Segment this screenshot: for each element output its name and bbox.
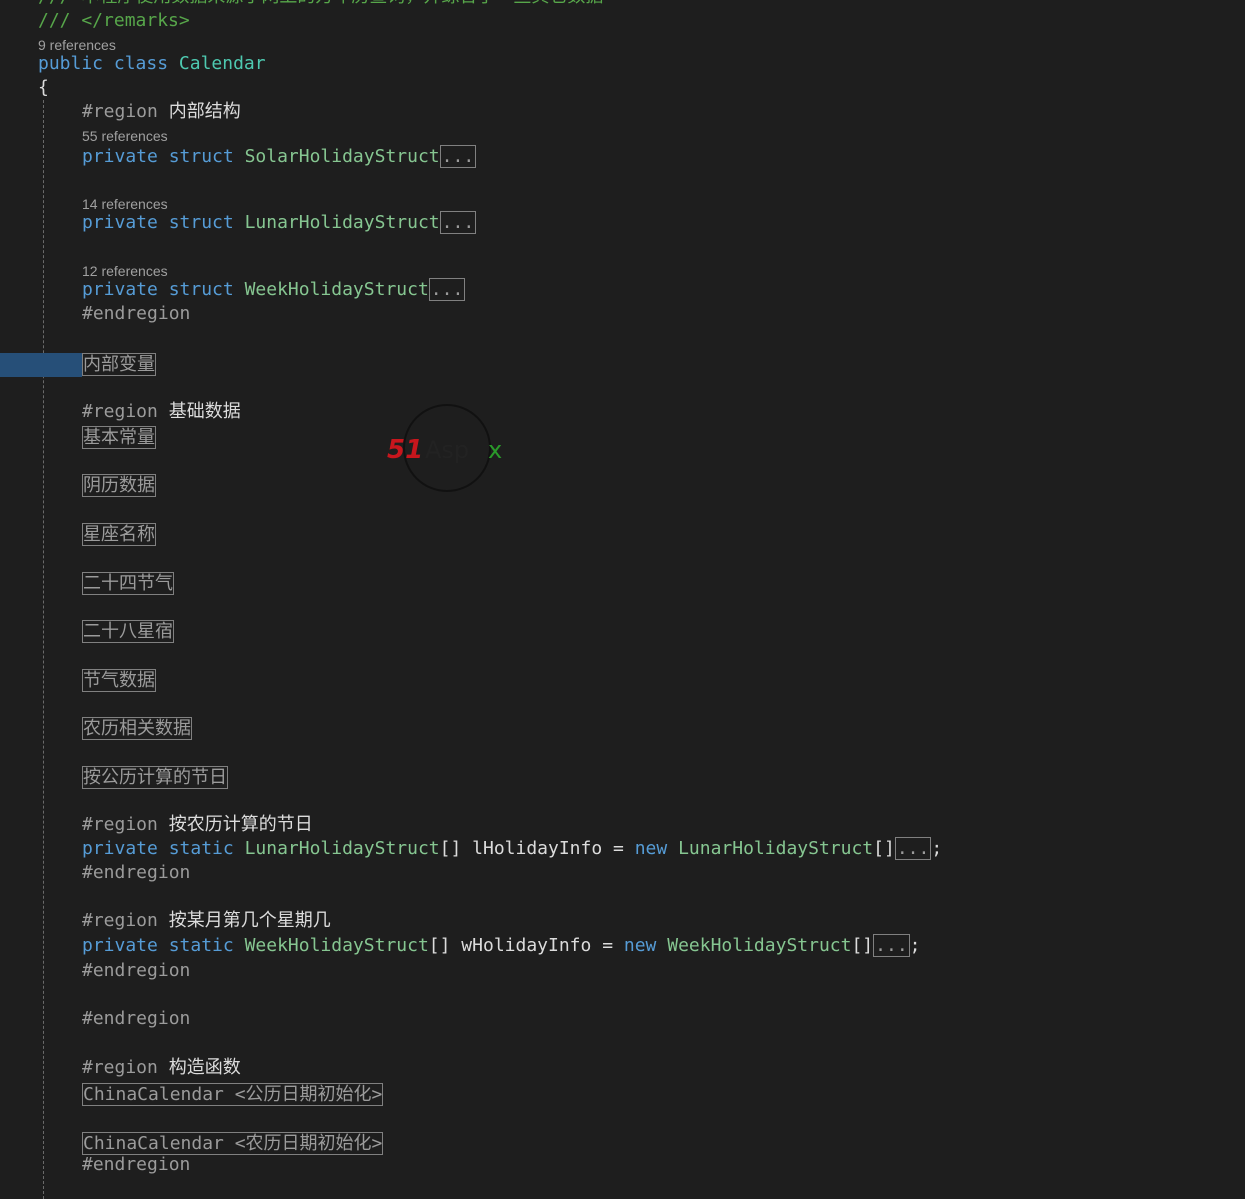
collapsed-region[interactable]: 基本常量 xyxy=(82,426,156,449)
selection-highlight xyxy=(0,353,82,377)
code-line: private struct LunarHolidayStruct... xyxy=(82,211,477,235)
code-token: 基础数据 xyxy=(168,401,241,422)
collapsed-region[interactable]: ChinaCalendar <公历日期初始化> xyxy=(82,1083,384,1106)
code-token: #region xyxy=(82,1057,169,1078)
code-token: LunarHolidayStruct xyxy=(678,838,874,859)
code-token: [] wHolidayInfo = xyxy=(428,935,624,956)
code-token: 按某月第几个星期几 xyxy=(168,910,331,931)
code-token: WeekHolidayStruct xyxy=(244,279,429,300)
collapsed-region[interactable]: 农历相关数据 xyxy=(82,717,192,740)
code-line: 按公历计算的节日 xyxy=(82,766,228,790)
code-line: 农历相关数据 xyxy=(82,717,192,741)
collapsed-region[interactable]: ... xyxy=(439,145,477,168)
collapsed-region[interactable]: 节气数据 xyxy=(82,669,156,692)
code-line: private struct SolarHolidayStruct... xyxy=(82,145,477,169)
code-token: #region xyxy=(82,401,169,422)
code-line: #endregion xyxy=(82,1153,190,1177)
code-line: #region 按某月第几个星期几 xyxy=(82,909,331,933)
collapsed-region[interactable]: 按公历计算的节日 xyxy=(82,766,228,789)
code-line: #endregion xyxy=(82,1007,190,1031)
code-token: #endregion xyxy=(82,960,191,981)
watermark-logo: 51 Asp x xyxy=(387,404,502,492)
svg-text:Asp: Asp xyxy=(425,436,469,464)
collapsed-region[interactable]: 二十八星宿 xyxy=(82,620,174,643)
code-line: private struct WeekHolidayStruct... xyxy=(82,278,466,302)
code-line: 二十八星宿 xyxy=(82,620,174,644)
code-line: /// </remarks> xyxy=(38,9,190,33)
collapsed-region[interactable]: ... xyxy=(873,934,910,957)
code-token: ; xyxy=(931,838,943,859)
code-token: #endregion xyxy=(82,862,191,883)
collapsed-region[interactable]: ChinaCalendar <农历日期初始化> xyxy=(82,1132,384,1155)
code-line: 基本常量 xyxy=(82,426,156,450)
code-line: #region 基础数据 xyxy=(82,400,241,424)
code-token: WeekHolidayStruct xyxy=(244,935,429,956)
code-token: [] lHolidayInfo = xyxy=(439,838,635,859)
code-token: #region xyxy=(82,814,169,835)
code-token: ; xyxy=(909,935,921,956)
code-line: { xyxy=(38,76,49,100)
code-token: private static xyxy=(82,838,245,859)
code-token: LunarHolidayStruct xyxy=(244,838,440,859)
references-codelens[interactable]: 55 references xyxy=(82,127,168,145)
collapsed-region[interactable]: 内部变量 xyxy=(82,353,156,376)
code-token: private struct xyxy=(82,279,245,300)
code-token: #endregion xyxy=(82,303,191,324)
svg-text:51: 51 xyxy=(387,435,423,465)
code-token: 按农历计算的节日 xyxy=(168,814,313,835)
code-token: #region xyxy=(82,101,169,122)
collapsed-region[interactable]: ... xyxy=(428,278,466,301)
code-token: Calendar xyxy=(178,53,266,74)
code-line: #region 按农历计算的节日 xyxy=(82,813,313,837)
code-line: 星座名称 xyxy=(82,523,156,547)
code-token: SolarHolidayStruct xyxy=(244,146,440,167)
code-token: private static xyxy=(82,935,245,956)
code-token: #endregion xyxy=(82,1008,191,1029)
collapsed-region[interactable]: ... xyxy=(894,837,932,860)
code-token: [] xyxy=(851,935,874,956)
code-line: #endregion xyxy=(82,861,190,885)
code-line: public class Calendar xyxy=(38,52,266,76)
code-token: new xyxy=(623,935,668,956)
code-line: #region 构造函数 xyxy=(82,1056,241,1080)
code-token: public class xyxy=(38,53,179,74)
code-token: 构造函数 xyxy=(168,1057,241,1078)
code-token: private struct xyxy=(82,146,245,167)
code-line: ChinaCalendar <公历日期初始化> xyxy=(82,1083,384,1107)
code-token: #region xyxy=(82,910,169,931)
code-token: new xyxy=(634,838,679,859)
code-line: #endregion xyxy=(82,959,190,983)
code-token: 内部结构 xyxy=(168,101,241,122)
code-line: #region 内部结构 xyxy=(82,100,241,124)
code-token: /// 本程序使用数据来源于网上的万年历查询，并综合了一些其它数据 xyxy=(38,0,603,7)
svg-text:x: x xyxy=(488,436,502,464)
code-line: #endregion xyxy=(82,302,190,326)
code-token: [] xyxy=(873,838,895,859)
code-token: #endregion xyxy=(82,1154,191,1175)
code-token: { xyxy=(38,77,49,98)
code-token: private struct xyxy=(82,212,245,233)
code-line: /// 本程序使用数据来源于网上的万年历查询，并综合了一些其它数据 xyxy=(38,0,603,9)
collapsed-region[interactable]: ... xyxy=(439,211,477,234)
collapsed-region[interactable]: 星座名称 xyxy=(82,523,156,546)
code-token: /// </remarks> xyxy=(38,10,190,31)
code-line: 节气数据 xyxy=(82,669,156,693)
code-line: private static WeekHolidayStruct[] wHoli… xyxy=(82,934,921,958)
code-token: WeekHolidayStruct xyxy=(667,935,852,956)
code-line: 阴历数据 xyxy=(82,474,156,498)
collapsed-region[interactable]: 二十四节气 xyxy=(82,572,174,595)
code-line: private static LunarHolidayStruct[] lHol… xyxy=(82,837,942,861)
collapsed-region[interactable]: 阴历数据 xyxy=(82,474,156,497)
code-line: 二十四节气 xyxy=(82,572,174,596)
code-line: 内部变量 xyxy=(82,353,156,377)
indent-guide xyxy=(43,100,44,1199)
code-token: LunarHolidayStruct xyxy=(244,212,440,233)
